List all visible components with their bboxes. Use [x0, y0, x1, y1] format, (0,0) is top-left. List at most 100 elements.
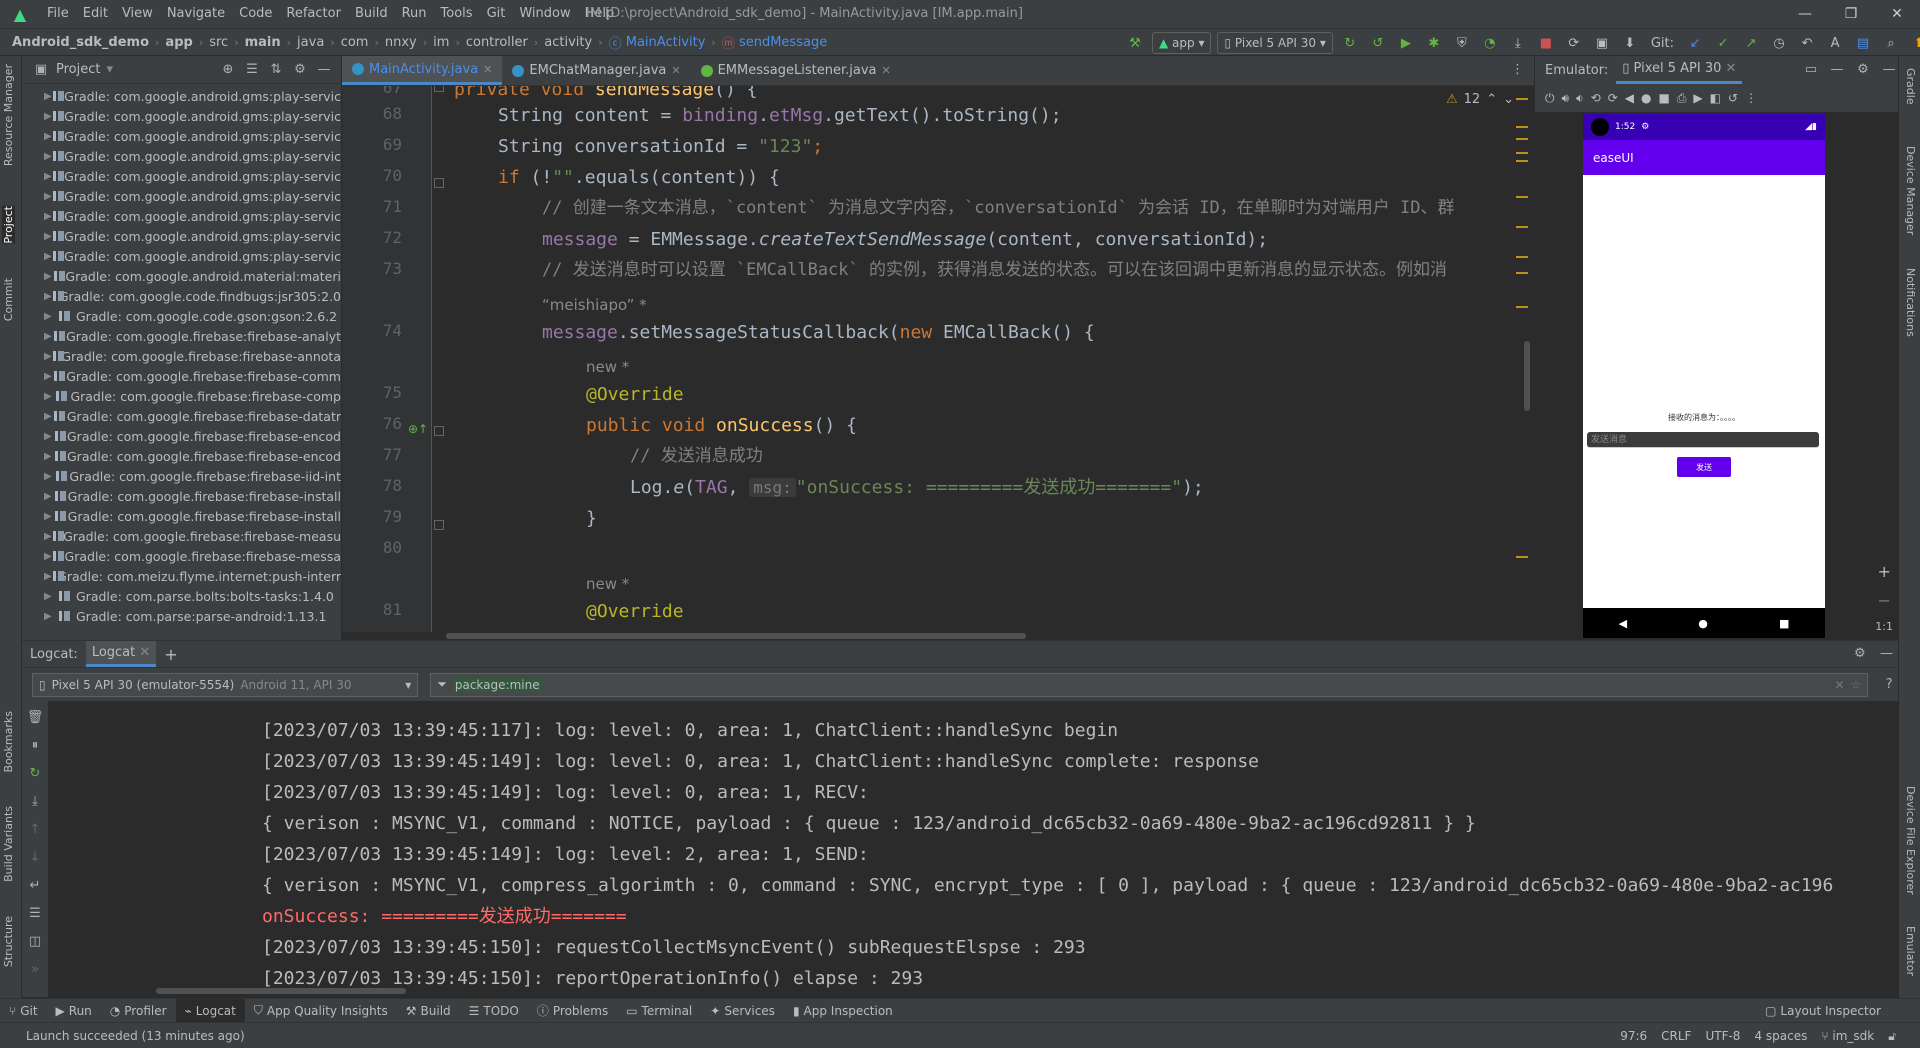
tree-item[interactable]: ▶ Gradle: com.google.firebase:firebase-an…: [22, 346, 341, 366]
breadcrumb-controller[interactable]: controller: [466, 35, 528, 50]
more-icon[interactable]: ⋮: [1745, 91, 1757, 105]
sync-icon[interactable]: ⟳: [1563, 32, 1585, 54]
split-icon[interactable]: ◫: [26, 933, 44, 951]
error-stripe-marker[interactable]: [1516, 306, 1528, 308]
tab-mainactivity[interactable]: MainActivity.java ✕: [342, 56, 503, 85]
file-encoding[interactable]: UTF-8: [1705, 1029, 1740, 1043]
window-icon[interactable]: ▭: [1802, 61, 1820, 79]
coverage-icon[interactable]: ⛨: [1451, 32, 1473, 54]
chevron-right-icon[interactable]: ▶: [44, 451, 54, 462]
menu-run[interactable]: Run: [395, 0, 434, 28]
tree-item[interactable]: ▶ Gradle: com.google.code.findbugs:jsr305…: [22, 286, 341, 306]
profile-icon[interactable]: ◔: [1479, 32, 1501, 54]
tree-item[interactable]: ▶ Gradle: com.google.android.material:mat…: [22, 266, 341, 286]
module-selector[interactable]: ⑂ im_sdk: [1821, 1029, 1874, 1043]
close-tab-icon[interactable]: ✕: [139, 645, 150, 660]
chevron-right-icon[interactable]: ▶: [44, 131, 52, 142]
record-icon[interactable]: ▶: [1693, 91, 1702, 105]
error-stripe-marker[interactable]: [1516, 138, 1528, 140]
error-stripe-marker[interactable]: [1516, 196, 1528, 198]
chevron-down-icon[interactable]: ▾: [106, 62, 113, 77]
clear-log-icon[interactable]: 🗑︎: [26, 709, 44, 727]
structure-tab[interactable]: Structure: [2, 916, 15, 967]
close-tab-icon[interactable]: ✕: [1726, 61, 1737, 76]
tool-services[interactable]: ✦ Services: [701, 999, 784, 1023]
commit-tab[interactable]: Commit: [2, 278, 15, 321]
override-marker-icon[interactable]: ⊕↑: [408, 422, 428, 436]
stop-icon[interactable]: ■: [1535, 32, 1557, 54]
status-message[interactable]: Launch succeeded (13 minutes ago): [26, 1029, 245, 1043]
chevron-right-icon[interactable]: ▶: [44, 371, 53, 382]
editor-vertical-scrollbar[interactable]: [1524, 341, 1530, 411]
tree-item[interactable]: ▶ Gradle: com.google.firebase:firebase-da…: [22, 406, 341, 426]
new-inlay-hint-2[interactable]: new *: [586, 575, 629, 593]
tree-item[interactable]: ▶ Gradle: com.google.firebase:firebase-me…: [22, 546, 341, 566]
tab-emchatmanager[interactable]: EMChatManager.java ✕: [502, 56, 690, 85]
tool-app-quality-insights[interactable]: ⛉ App Quality Insights: [245, 999, 397, 1023]
scroll-to-end-icon[interactable]: ⤓: [26, 793, 44, 811]
lock-icon[interactable]: 🔓︎: [1888, 1029, 1896, 1044]
gear-icon[interactable]: ⚙: [1854, 61, 1872, 79]
tree-item[interactable]: ▶ Gradle: com.google.firebase:firebase-in…: [22, 486, 341, 506]
chevron-right-icon[interactable]: ▶: [44, 211, 52, 222]
zoom-in-icon[interactable]: +: [1877, 562, 1890, 581]
project-tab[interactable]: Project: [2, 206, 15, 244]
restore-icon[interactable]: ❐: [1828, 0, 1874, 28]
menu-navigate[interactable]: Navigate: [160, 0, 232, 28]
indent-setting[interactable]: 4 spaces: [1754, 1029, 1807, 1043]
tree-item[interactable]: ▶ Gradle: com.google.android.gms:play-ser…: [22, 146, 341, 166]
resource-manager-tab[interactable]: Resource Manager: [2, 64, 15, 166]
device-manager-icon[interactable]: ▣: [1591, 32, 1613, 54]
more-icon[interactable]: »: [26, 961, 44, 979]
chevron-down-icon[interactable]: ⌄: [1503, 92, 1514, 107]
menu-git[interactable]: Git: [480, 0, 513, 28]
rotate-right-icon[interactable]: ⟳: [1608, 91, 1618, 105]
back-icon[interactable]: ◀: [1625, 91, 1634, 105]
breadcrumb-project[interactable]: Android_sdk_demo: [12, 35, 149, 50]
tree-item[interactable]: ▶ Gradle: com.parse.bolts:bolts-tasks:1.4…: [22, 586, 341, 606]
menu-refactor[interactable]: Refactor: [279, 0, 348, 28]
chevron-right-icon[interactable]: ▶: [44, 551, 52, 562]
up-icon[interactable]: ↑: [26, 821, 44, 839]
tab-emulator-device[interactable]: ▯ Pixel 5 API 30 ✕: [1616, 56, 1743, 84]
error-stripe-marker[interactable]: [1516, 226, 1528, 228]
new-inlay-hint[interactable]: new *: [586, 358, 629, 376]
menu-edit[interactable]: Edit: [76, 0, 115, 28]
soft-wrap-icon[interactable]: ↵: [26, 877, 44, 895]
menu-code[interactable]: Code: [232, 0, 279, 28]
tree-item[interactable]: ▶ Gradle: com.google.android.gms:play-ser…: [22, 186, 341, 206]
menu-file[interactable]: File: [40, 0, 76, 28]
expand-all-icon[interactable]: ⇅: [267, 61, 285, 79]
line-separator[interactable]: CRLF: [1661, 1029, 1691, 1043]
tree-item[interactable]: ▶ Gradle: com.google.firebase:firebase-an…: [22, 326, 341, 346]
breadcrumb-com[interactable]: com: [341, 35, 369, 50]
git-push-icon[interactable]: ↗: [1740, 32, 1762, 54]
chevron-right-icon[interactable]: ▶: [44, 571, 52, 582]
chevron-right-icon[interactable]: ▶: [44, 611, 58, 622]
locate-icon[interactable]: ⊕: [219, 61, 237, 79]
breadcrumb-app[interactable]: app: [165, 35, 192, 50]
tool-run[interactable]: ▶ Run: [47, 999, 101, 1023]
favorite-star-icon[interactable]: ☆: [1851, 678, 1862, 692]
breadcrumb-im[interactable]: im: [433, 35, 449, 50]
breadcrumb-nnxy[interactable]: nnxy: [385, 35, 417, 50]
error-stripe-marker[interactable]: [1516, 272, 1528, 274]
translate-icon[interactable]: A: [1824, 32, 1846, 54]
rollback-icon[interactable]: ↶: [1796, 32, 1818, 54]
filter-icon[interactable]: ⏷: [437, 677, 447, 692]
format-icon[interactable]: ☰: [26, 905, 44, 923]
tree-item[interactable]: ▶ Gradle: com.google.android.gms:play-ser…: [22, 126, 341, 146]
close-tab-icon[interactable]: ✕: [483, 63, 492, 76]
code-editor[interactable]: 67 68 69 70 71 72 73 74 75 76 77 78 79 8…: [342, 86, 1534, 640]
run-icon[interactable]: ▶: [1395, 32, 1417, 54]
search-icon[interactable]: ⌕: [1880, 32, 1902, 54]
tab-logcat[interactable]: Logcat ✕: [85, 641, 157, 667]
chevron-right-icon[interactable]: ▶: [44, 191, 52, 202]
device-file-explorer-tab[interactable]: Device File Explorer: [1904, 786, 1917, 895]
author-inlay-hint[interactable]: “meishiapo” *: [542, 296, 647, 314]
error-stripe-marker[interactable]: [1516, 152, 1528, 154]
breadcrumb-sendmessage[interactable]: sendMessage: [739, 35, 827, 50]
fold-marker-icon[interactable]: [434, 86, 444, 92]
sdk-manager-icon[interactable]: ⬇: [1619, 32, 1641, 54]
tree-item[interactable]: ▶ Gradle: com.google.firebase:firebase-co…: [22, 386, 341, 406]
